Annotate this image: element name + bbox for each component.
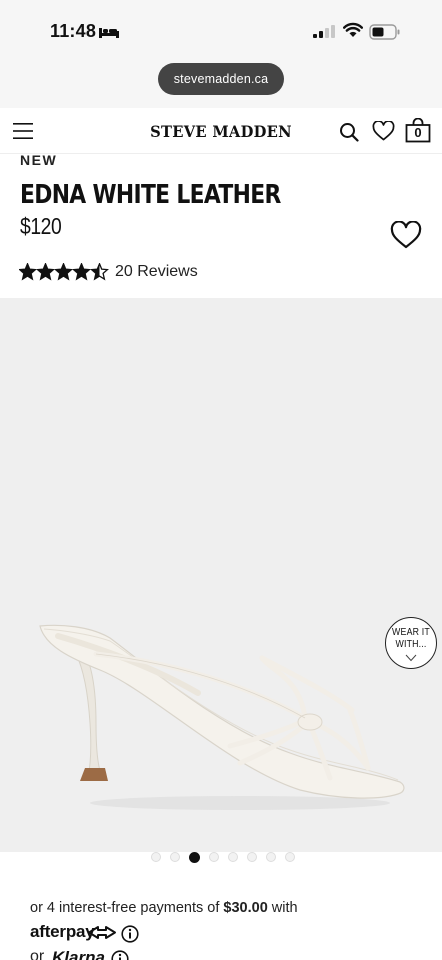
search-icon[interactable] — [339, 122, 359, 142]
carousel-dot[interactable] — [169, 852, 180, 862]
bag-count: 0 — [414, 125, 422, 140]
bed-icon — [99, 28, 119, 38]
browser-url-strip: stevemadden.ca — [0, 60, 442, 108]
carousel-dot[interactable] — [284, 852, 295, 862]
reviews-link[interactable]: 20 Reviews — [115, 263, 198, 281]
info-icon[interactable] — [111, 950, 129, 960]
star-icon — [54, 263, 73, 280]
wear-it-with-button[interactable]: WEAR IT WITH... — [385, 617, 437, 669]
carousel-dots — [0, 852, 442, 864]
star-icon — [72, 263, 91, 280]
product-image-gallery[interactable] — [0, 298, 442, 852]
status-bar: 11:48 — [0, 0, 442, 60]
afterpay-installments-text: or 4 interest-free payments of $30.00 wi… — [30, 900, 298, 916]
site-header: STEVE MADDEN 0 — [0, 108, 442, 154]
battery-icon — [369, 24, 400, 40]
star-icon — [36, 263, 55, 280]
info-icon[interactable] — [121, 925, 139, 943]
star-icon — [19, 263, 37, 280]
afterpay-arrow-icon — [88, 926, 116, 939]
status-time: 11:48 — [50, 21, 97, 41]
carousel-dot[interactable] — [188, 852, 200, 863]
carousel-dot[interactable] — [227, 852, 238, 862]
klarna-logo: Klarna — [52, 948, 105, 960]
product-title: EDNA WHITE LEATHER — [20, 180, 281, 210]
wear-it-label-line1: WEAR IT — [392, 627, 430, 638]
product-price: $120 — [20, 213, 62, 239]
new-badge: NEW — [20, 152, 58, 168]
carousel-dot[interactable] — [246, 852, 257, 862]
signal-icon — [313, 25, 335, 38]
wear-it-label-line2: WITH... — [395, 639, 427, 650]
afterpay-amount: $30.00 — [223, 900, 268, 916]
product-image — [39, 624, 405, 810]
url-bar[interactable]: stevemadden.ca — [158, 63, 284, 95]
brand-logo[interactable]: STEVE MADDEN — [18, 122, 425, 141]
carousel-dot[interactable] — [208, 852, 219, 862]
afterpay-suffix: with — [267, 900, 298, 916]
carousel-dot[interactable] — [265, 852, 276, 862]
heart-icon[interactable] — [372, 121, 395, 141]
afterpay-logo: afterpay — [30, 922, 95, 941]
rating-stars — [19, 263, 109, 280]
chevron-down-icon — [405, 654, 417, 662]
afterpay-prefix: or 4 interest-free payments of — [30, 900, 224, 916]
klarna-prefix: or — [30, 948, 45, 960]
carousel-dot[interactable] — [150, 852, 161, 862]
wifi-icon — [343, 22, 363, 37]
add-to-wishlist-button[interactable] — [389, 221, 423, 249]
